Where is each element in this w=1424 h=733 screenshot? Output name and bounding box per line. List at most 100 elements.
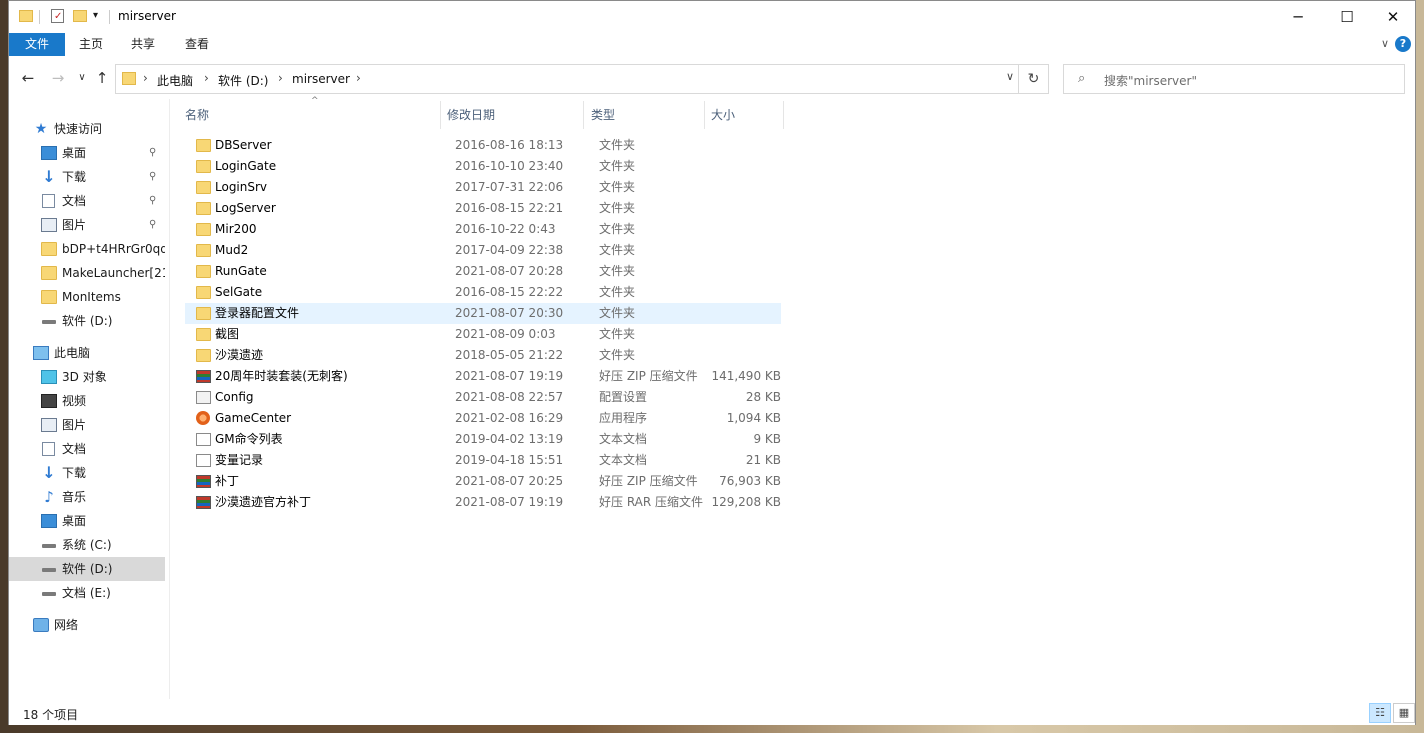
table-row[interactable]: 沙漠遗迹官方补丁 2021-08-07 19:19 好压 RAR 压缩文件 129,2… [185,492,781,513]
sidebar-item-pictures[interactable]: 图片 [9,413,165,437]
breadcrumb-separator[interactable]: › [278,71,283,85]
table-row[interactable]: GM命令列表 2019-04-02 13:19 文本文档 9 KB [185,429,781,450]
tab-file[interactable]: 文件 [9,33,65,56]
sidebar-item-this-pc[interactable]: 此电脑 [9,341,165,365]
refresh-button[interactable]: ↻ [1019,64,1049,94]
table-row[interactable]: 20周年时装套装(无刺客) 2021-08-07 19:19 好压 ZIP 压缩文件… [185,366,781,387]
table-row[interactable]: 沙漠遗迹 2018-05-05 21:22 文件夹 [185,345,781,366]
breadcrumb-this-pc[interactable]: 此电脑 [157,72,193,89]
sidebar-item-desktop[interactable]: 桌面 [9,509,165,533]
table-row[interactable]: GameCenter 2021-02-08 16:29 应用程序 1,094 KB [185,408,781,429]
details-view-button[interactable]: ☷ [1369,703,1391,723]
sidebar-item-desktop[interactable]: 桌面 ⚲ [9,141,165,165]
zip-icon [196,496,211,509]
sidebar-item-folder[interactable]: MakeLauncher[21 [9,261,165,285]
tab-home[interactable]: 主页 [67,33,115,56]
table-row[interactable]: 变量记录 2019-04-18 15:51 文本文档 21 KB [185,450,781,471]
table-row[interactable]: Mir200 2016-10-22 0:43 文件夹 [185,219,781,240]
table-row[interactable]: Mud2 2017-04-09 22:38 文件夹 [185,240,781,261]
table-row[interactable]: RunGate 2021-08-07 20:28 文件夹 [185,261,781,282]
sidebar-item-drive-d[interactable]: 软件 (D:) [9,557,165,581]
address-dropdown-icon[interactable]: ∨ [1006,70,1014,83]
new-folder-icon[interactable] [73,8,87,26]
customize-toolbar-icon[interactable]: ▾ [93,10,103,28]
sidebar-item-folder[interactable]: bDP+t4HRrGr0qq [9,237,165,261]
sidebar-item-downloads[interactable]: ↓ 下载 [9,461,165,485]
sidebar-item-music[interactable]: ♪ 音乐 [9,485,165,509]
column-header-size[interactable]: 大小 [711,105,781,127]
back-button[interactable]: ← [17,67,39,89]
sidebar-item-label: 网络 [54,618,79,632]
table-row[interactable]: 登录器配置文件 2021-08-07 20:30 文件夹 [185,303,781,324]
table-row[interactable]: 截图 2021-08-09 0:03 文件夹 [185,324,781,345]
breadcrumb-separator[interactable]: › [204,71,209,85]
file-date: 2019-04-18 15:51 [455,453,564,467]
table-row[interactable]: LoginSrv 2017-07-31 22:06 文件夹 [185,177,781,198]
sidebar-item-pictures[interactable]: 图片 ⚲ [9,213,165,237]
search-input[interactable]: ⌕ 搜索"mirserver" [1063,64,1405,94]
file-date: 2021-08-07 19:19 [455,369,564,383]
sidebar-item-drive-d[interactable]: 软件 (D:) [9,309,165,333]
download-icon: ↓ [42,463,56,482]
sidebar-item-documents[interactable]: 文档 ⚲ [9,189,165,213]
sidebar-item-documents[interactable]: 文档 [9,437,165,461]
file-date: 2016-10-10 23:40 [455,159,564,173]
table-row[interactable]: LoginGate 2016-10-10 23:40 文件夹 [185,156,781,177]
table-row[interactable]: SelGate 2016-08-15 22:22 文件夹 [185,282,781,303]
sidebar-item-videos[interactable]: 视频 [9,389,165,413]
folder-icon [196,349,211,362]
folder-icon [41,242,57,256]
column-header-name[interactable]: 名称 [185,105,441,127]
sidebar-item-drive-e[interactable]: 文档 (E:) [9,581,165,605]
breadcrumb-mirserver[interactable]: mirserver [292,72,350,86]
address-bar[interactable]: › 此电脑 › 软件 (D:) › mirserver › ∨ [115,64,1019,94]
expand-ribbon-icon[interactable]: ∨ [1381,37,1389,50]
breadcrumb-separator[interactable]: › [143,71,148,85]
sidebar-item-drive-c[interactable]: 系统 (C:) [9,533,165,557]
sidebar-item-label: 桌面 [62,514,87,528]
breadcrumb-separator[interactable]: › [356,71,361,85]
table-row[interactable]: 补丁 2021-08-07 20:25 好压 ZIP 压缩文件 76,903 KB [185,471,781,492]
sidebar-item-quick-access[interactable]: ★ 快速访问 [9,117,165,141]
up-button[interactable]: ↑ [91,67,113,89]
tab-share[interactable]: 共享 [119,33,167,56]
sidebar-item-3d-objects[interactable]: 3D 对象 [9,365,165,389]
forward-button[interactable]: → [47,67,69,89]
sidebar-item-label: 软件 (D:) [62,314,113,328]
close-button[interactable]: ✕ [1370,1,1416,32]
column-divider[interactable] [704,101,705,129]
column-divider[interactable] [440,101,441,129]
table-row[interactable]: DBServer 2016-08-16 18:13 文件夹 [185,135,781,156]
tiles-view-button[interactable]: ▦ [1393,703,1415,723]
breadcrumb-drive-d[interactable]: 软件 (D:) [218,72,268,89]
sidebar-item-folder[interactable]: MonItems [9,285,165,309]
tab-view[interactable]: 查看 [173,33,221,56]
column-header-type[interactable]: 类型 [591,105,703,127]
file-name: 沙漠遗迹官方补丁 [215,495,312,509]
recent-locations-button[interactable]: ∨ [71,67,93,89]
help-icon[interactable]: ? [1395,36,1411,52]
pin-icon: ⚲ [149,219,157,230]
file-type: 文件夹 [599,285,636,299]
table-row[interactable]: Config 2021-08-08 22:57 配置设置 28 KB [185,387,781,408]
folder-icon [196,181,211,194]
table-row[interactable]: LogServer 2016-08-15 22:21 文件夹 [185,198,781,219]
column-header-date[interactable]: 修改日期 [447,105,583,127]
sidebar-item-label: 下载 [62,466,87,480]
sidebar-item-label: 下载 [62,170,87,184]
document-icon [42,442,55,456]
file-name: RunGate [215,264,267,278]
file-name: 20周年时装套装(无刺客) [215,369,348,383]
file-size: 1,094 KB [726,411,781,425]
desktop-icon [41,514,57,528]
folder-icon [19,8,33,26]
minimize-button[interactable]: ─ [1275,1,1321,32]
column-divider[interactable] [583,101,584,129]
column-divider[interactable] [783,101,784,129]
properties-icon[interactable]: ✓ [51,8,65,26]
sidebar-item-network[interactable]: 网络 [9,613,165,637]
pane-divider[interactable] [169,99,170,699]
maximize-button[interactable]: ☐ [1324,1,1370,32]
sidebar-item-downloads[interactable]: ↓ 下载 ⚲ [9,165,165,189]
file-date: 2016-10-22 0:43 [455,222,556,236]
